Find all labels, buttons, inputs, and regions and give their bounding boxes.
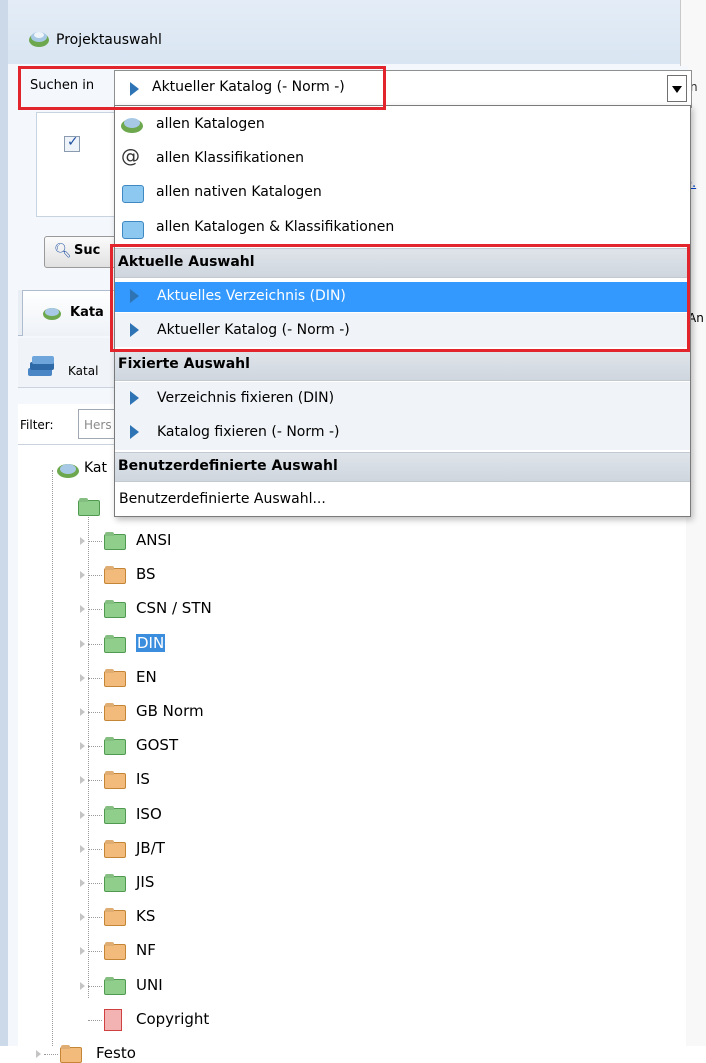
expand-arrow-icon[interactable] — [36, 1050, 41, 1058]
tree-item-label[interactable]: ANSI — [136, 531, 171, 549]
tree-connector — [88, 510, 89, 998]
tree-root-label[interactable]: Kat — [84, 460, 107, 476]
tree-item-label[interactable]: JIS — [136, 873, 154, 891]
dropdown-item-all-native-catalogs[interactable]: allen nativen Katalogen — [156, 184, 322, 200]
tree-connector — [88, 917, 102, 918]
tree-connector — [88, 541, 102, 542]
tree-item-label[interactable]: Festo — [96, 1044, 136, 1062]
folder-icon — [104, 534, 126, 550]
search-button-label: Suc — [74, 243, 101, 258]
tree-connector — [88, 575, 102, 576]
dropdown-item-custom-selection[interactable]: Benutzerdefinierte Auswahl... — [119, 491, 326, 507]
folder-icon — [104, 944, 126, 960]
dropdown-item-all-classifications[interactable]: allen Klassifikationen — [156, 150, 304, 166]
expand-arrow-icon[interactable] — [80, 537, 85, 545]
tree-connector — [52, 470, 53, 1046]
tree-item-label[interactable]: ISO — [136, 805, 162, 823]
expand-arrow-icon[interactable] — [80, 845, 85, 853]
dropdown-item-fix-directory[interactable]: Verzeichnis fixieren (DIN) — [157, 390, 334, 406]
folder-icon — [104, 808, 126, 824]
folder-icon — [104, 979, 126, 995]
folder-icon — [104, 602, 126, 618]
catalog-tab-icon — [43, 308, 61, 320]
expand-arrow-icon[interactable] — [80, 640, 85, 648]
folder-icon — [104, 671, 126, 687]
highlight-frame-combobox — [18, 66, 386, 110]
dropdown-item-fix-catalog[interactable]: Katalog fixieren (- Norm -) — [157, 424, 339, 440]
filter-label: Filter: — [20, 418, 54, 432]
highlight-frame-current-selection — [110, 244, 690, 352]
at-icon: @ — [121, 145, 140, 167]
tree-item-label[interactable]: IS — [136, 770, 150, 788]
group-header-fixed-selection: Fixierte Auswahl — [118, 356, 250, 372]
play-arrow-icon — [130, 391, 139, 405]
folder-icon — [104, 705, 126, 721]
expand-arrow-icon[interactable] — [80, 742, 85, 750]
checkmark-icon: ✓ — [67, 134, 79, 150]
expand-arrow-icon[interactable] — [80, 913, 85, 921]
catalogs-icon — [121, 118, 143, 133]
tree-connector — [88, 712, 102, 713]
app-logo-icon — [29, 32, 49, 47]
tree-connector — [88, 951, 102, 952]
catalog-root-icon — [57, 464, 79, 478]
tree-connector — [88, 746, 102, 747]
folder-icon — [104, 773, 126, 789]
tree-item-label[interactable]: BS — [136, 565, 156, 583]
dropdown-item-all-catalogs[interactable]: allen Katalogen — [156, 116, 265, 132]
native-catalog-icon — [122, 221, 144, 239]
expand-arrow-icon[interactable] — [80, 571, 85, 579]
tree-item-label[interactable]: CSN / STN — [136, 599, 212, 617]
tree-item-label[interactable]: DIN — [136, 634, 166, 652]
expand-arrow-icon[interactable] — [80, 776, 85, 784]
tree-item-label[interactable]: GB Norm — [136, 702, 204, 720]
tree-connector — [44, 1054, 58, 1055]
expand-arrow-icon[interactable] — [80, 947, 85, 955]
tree-item-label[interactable]: EN — [136, 668, 157, 686]
tree-connector — [88, 815, 102, 816]
folder-icon — [104, 910, 126, 926]
expand-arrow-icon[interactable] — [80, 674, 85, 682]
group-header-custom-selection: Benutzerdefinierte Auswahl — [118, 458, 338, 474]
tree-connector — [88, 1020, 102, 1021]
native-catalog-icon — [122, 185, 144, 203]
tree-connector — [88, 609, 102, 610]
folder-icon — [104, 568, 126, 584]
open-folder-icon — [78, 500, 100, 516]
tree-item-label[interactable]: UNI — [136, 976, 163, 994]
expand-arrow-icon[interactable] — [80, 982, 85, 990]
tree-item-label[interactable]: Copyright — [136, 1010, 209, 1028]
tree-connector — [88, 780, 102, 781]
tree-item-label[interactable]: KS — [136, 907, 155, 925]
window-title: Projektauswahl — [56, 32, 162, 48]
tree-item-label[interactable]: JB/T — [136, 839, 165, 857]
tree-connector — [88, 883, 102, 884]
expand-arrow-icon[interactable] — [80, 879, 85, 887]
folder-icon — [104, 842, 126, 858]
tab-catalog-label: Kata — [70, 305, 104, 320]
folder-icon — [104, 739, 126, 755]
tree-connector — [88, 986, 102, 987]
tree-connector — [88, 644, 102, 645]
tree-connector — [88, 849, 102, 850]
document-icon — [104, 1009, 122, 1031]
magnifier-icon: 🔍︎ — [54, 243, 72, 259]
folder-icon — [60, 1047, 82, 1063]
play-arrow-icon — [130, 425, 139, 439]
books-icon — [28, 356, 54, 376]
expand-arrow-icon[interactable] — [80, 605, 85, 613]
tree-item-label[interactable]: NF — [136, 941, 156, 959]
toolbar-catalog-label[interactable]: Katal — [68, 364, 98, 378]
expand-arrow-icon[interactable] — [80, 708, 85, 716]
filter-placeholder: Hers — [84, 418, 112, 432]
folder-icon — [104, 876, 126, 892]
expand-arrow-icon[interactable] — [80, 811, 85, 819]
folder-icon — [104, 637, 126, 653]
tree-item-label[interactable]: GOST — [136, 736, 178, 754]
tree-connector — [88, 678, 102, 679]
dropdown-item-all-catalogs-classifications[interactable]: allen Katalogen & Klassifikationen — [156, 219, 394, 235]
chevron-down-icon — [672, 86, 682, 93]
